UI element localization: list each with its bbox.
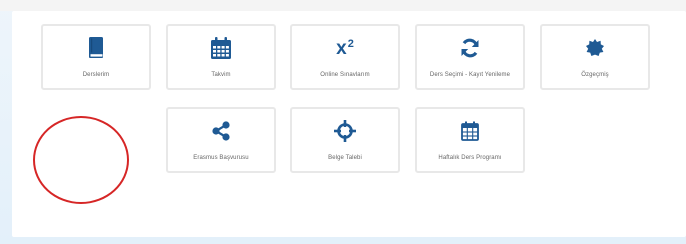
tile-label: Erasmus Başvurusu — [193, 155, 249, 161]
share-icon — [168, 119, 274, 143]
tile-ozgecmis[interactable]: Özgeçmiş — [540, 24, 650, 90]
tile-haftalik-ders-programi[interactable]: Haftalık Ders Programı — [415, 107, 525, 173]
tile-label: Ders Seçimi - Kayıt Yenileme — [429, 72, 511, 78]
tile-belge-talebi[interactable]: Belge Talebi — [290, 107, 400, 173]
annotation-circle — [33, 116, 129, 204]
tile-label: Haftalık Ders Programı — [438, 155, 502, 161]
tile-ders-secimi[interactable]: Ders Seçimi - Kayıt Yenileme — [415, 24, 525, 90]
top-strip — [0, 0, 686, 11]
dashboard-panel: Derslerim Takvim x2 Online Sınavlarım De… — [12, 11, 686, 237]
calendar-icon — [168, 36, 274, 60]
calendar-grid-icon — [417, 119, 523, 143]
tile-label: Takvim — [211, 72, 231, 78]
tile-label: Online Sınavlarım — [320, 72, 370, 78]
tile-takvim[interactable]: Takvim — [166, 24, 276, 90]
refresh-icon — [417, 36, 523, 60]
book-icon — [43, 36, 149, 60]
tile-label: Özgeçmiş — [581, 72, 609, 78]
tile-online-sinavlarim[interactable]: x2 Online Sınavlarım — [290, 24, 400, 90]
tile-derslerim[interactable]: Derslerim — [41, 24, 151, 90]
certificate-icon — [542, 36, 648, 60]
crosshairs-icon — [292, 119, 398, 143]
tile-label: Derslerim — [82, 72, 110, 78]
tile-label: Belge Talebi — [328, 155, 362, 161]
superscript-icon: x2 — [336, 37, 354, 59]
tile-erasmus-basvurusu[interactable]: Erasmus Başvurusu — [166, 107, 276, 173]
